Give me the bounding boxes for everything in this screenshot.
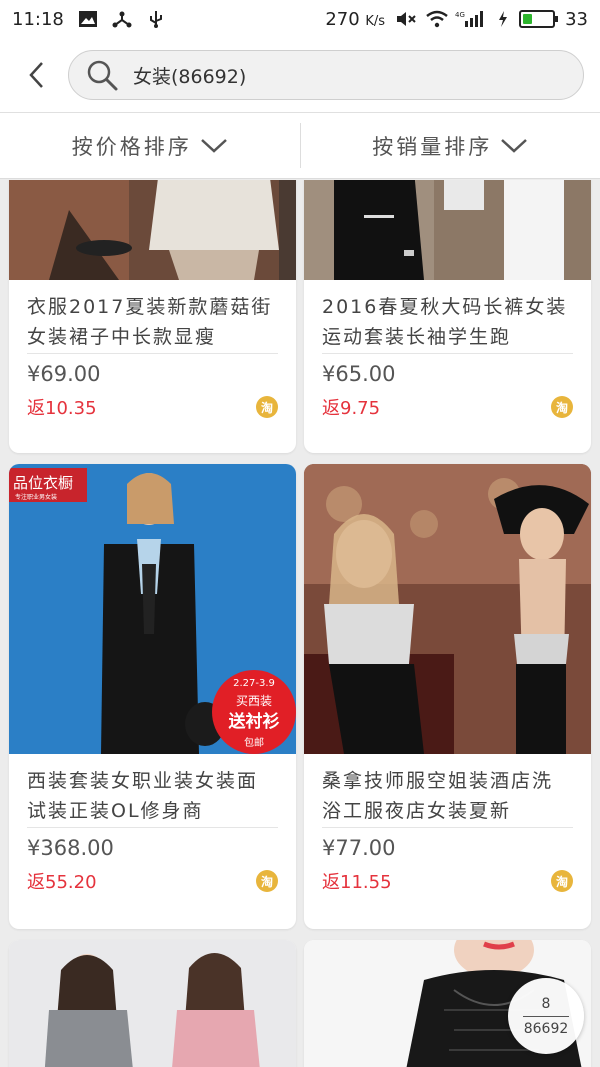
product-image (304, 180, 591, 280)
svg-text:4G: 4G (455, 11, 465, 19)
mute-icon (395, 10, 416, 28)
product-price: ¥368.00 (27, 836, 114, 860)
product-rebate: 返10.35 (27, 398, 97, 419)
page-indicator[interactable]: 8 86692 (508, 978, 584, 1054)
svg-text:专注职业男女装: 专注职业男女装 (15, 493, 57, 501)
product-card[interactable]: 2016春夏秋大码长裤女装运动套装长袖学生跑 ¥65.00 返9.75 淘 (304, 180, 591, 453)
product-title: 桑拿技师服空姐装酒店洗浴工服夜店女装夏新 (322, 766, 573, 828)
svg-text:包邮: 包邮 (244, 736, 264, 749)
product-title: 西装套装女职业装女装面试装正装OL修身商 (27, 766, 278, 828)
battery-fill (523, 14, 533, 24)
page-current: 8 (541, 995, 551, 1012)
charging-icon (497, 10, 509, 28)
search-header: 女装(86692) (0, 38, 600, 113)
svg-text:买西装: 买西装 (236, 694, 272, 708)
taobao-icon: 淘 (256, 870, 278, 892)
product-rebate: 返9.75 (322, 398, 381, 419)
product-price: ¥69.00 (27, 362, 101, 386)
svg-text:2.27-3.9: 2.27-3.9 (233, 678, 275, 689)
search-query: 女装(86692) (133, 65, 247, 88)
page-total: 86692 (523, 1020, 569, 1037)
chevron-down-icon (200, 138, 227, 153)
product-image: 品位衣橱 专注职业男女装 2.27-3.9 买西装 送衬衫 包邮 (9, 464, 296, 754)
battery-percent: 33 (565, 8, 588, 30)
product-title: 衣服2017夏装新款蘑菇街女装裙子中长款显瘦 (27, 292, 278, 354)
product-image (9, 940, 296, 1067)
share-icon (112, 10, 132, 28)
back-button[interactable] (16, 50, 56, 100)
product-rebate: 返11.55 (322, 872, 392, 893)
product-title: 2016春夏秋大码长裤女装运动套装长袖学生跑 (322, 292, 573, 354)
sort-by-sales-button[interactable]: 按销量排序 (301, 113, 600, 178)
sort-bar: 按价格排序 按销量排序 (0, 113, 600, 179)
taobao-icon: 淘 (551, 396, 573, 418)
product-rebate: 返55.20 (27, 872, 97, 893)
page-divider (523, 1015, 569, 1017)
sort-by-price-button[interactable]: 按价格排序 (0, 113, 300, 178)
status-time: 11:18 (12, 8, 64, 30)
product-card[interactable]: 品位衣橱 专注职业男女装 2.27-3.9 买西装 送衬衫 包邮 西装套装女职业… (9, 464, 296, 929)
product-card[interactable] (9, 940, 296, 1067)
product-price: ¥77.00 (322, 836, 396, 860)
taobao-icon: 淘 (256, 396, 278, 418)
product-grid: 衣服2017夏装新款蘑菇街女装裙子中长款显瘦 ¥69.00 返10.35 淘 2… (0, 180, 600, 1067)
svg-text:送衬衫: 送衬衫 (229, 711, 280, 732)
image-icon (78, 10, 98, 28)
wifi-icon (425, 10, 448, 28)
chevron-down-icon (501, 138, 528, 153)
product-image (9, 180, 296, 280)
product-card[interactable]: 桑拿技师服空姐装酒店洗浴工服夜店女装夏新 ¥77.00 返11.55 淘 (304, 464, 591, 929)
usb-icon (146, 10, 166, 28)
battery-icon (519, 10, 559, 28)
signal-icon: 4G (455, 10, 487, 28)
taobao-icon: 淘 (551, 870, 573, 892)
product-price: ¥65.00 (322, 362, 396, 386)
network-speed: 270 K/s (325, 8, 386, 30)
product-card[interactable]: 衣服2017夏装新款蘑菇街女装裙子中长款显瘦 ¥69.00 返10.35 淘 (9, 180, 296, 453)
status-bar: 11:18 270 K/s 4G 33 (0, 0, 600, 38)
sort-by-sales-label: 按销量排序 (372, 134, 493, 159)
product-image (304, 464, 591, 754)
svg-text:品位衣橱: 品位衣橱 (13, 474, 73, 492)
sort-by-price-label: 按价格排序 (71, 134, 192, 159)
chevron-left-icon (29, 62, 43, 88)
search-input[interactable]: 女装(86692) (68, 50, 584, 100)
search-icon (87, 60, 118, 91)
